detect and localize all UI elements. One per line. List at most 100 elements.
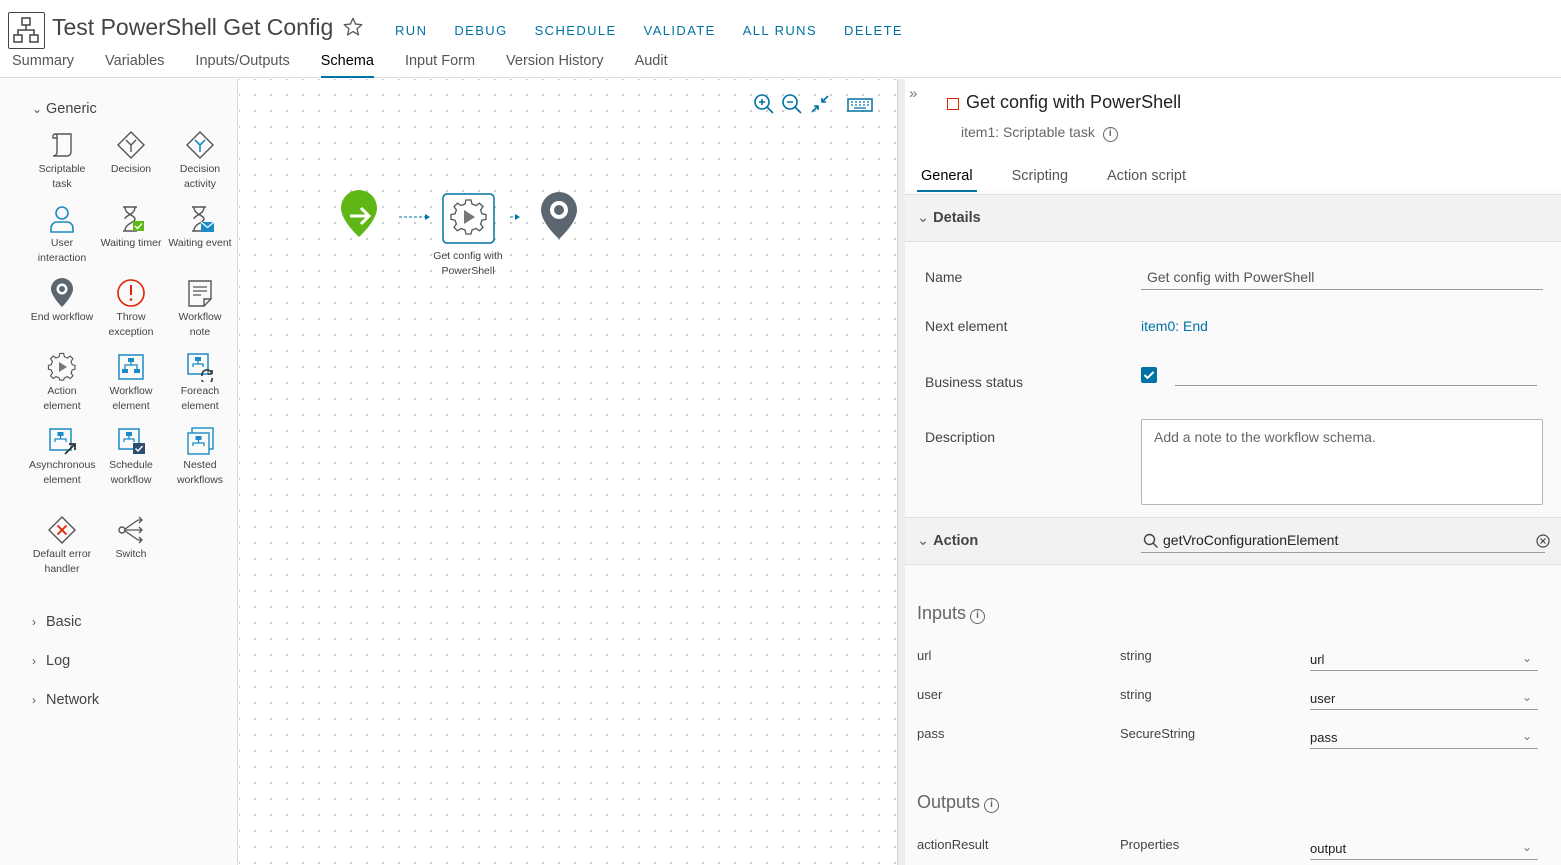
palette-item-end-workflow[interactable]: End workflow [29,278,95,325]
foreach-element-icon [187,353,213,382]
validate-button[interactable]: VALIDATE [644,23,716,38]
input-name: pass [917,726,945,741]
waiting-timer-icon [123,206,144,232]
input-binding-select[interactable]: pass ⌄ [1310,727,1538,749]
palette-group-generic[interactable]: ⌄ Generic [32,101,97,117]
details-section-header[interactable]: ⌄ Details [905,194,1561,242]
properties-tabs: General Scripting Action script [917,168,1221,192]
tab-general[interactable]: General [917,168,977,192]
tab-action-script[interactable]: Action script [1103,168,1190,192]
tab-inputs-outputs[interactable]: Inputs/Outputs [195,53,289,78]
schema-canvas[interactable]: Get config with PowerShell [239,79,897,865]
workflow-note-icon [188,280,212,307]
palette-item-decision[interactable]: Decision [98,130,164,177]
next-element-link[interactable]: item0: End [1141,318,1208,334]
action-section-header[interactable]: ⌄ Action getVroConfigurationElement [905,517,1561,565]
debug-button[interactable]: DEBUG [454,23,507,38]
input-binding-value: user [1310,691,1336,706]
start-node[interactable] [341,190,377,237]
business-status-label: Business status [925,374,1024,390]
palette-item-user-interaction[interactable]: User interaction [29,204,95,266]
palette-item-waiting-timer[interactable]: Waiting timer [98,204,164,251]
name-input-underline [1141,289,1543,290]
default-error-handler-icon [48,516,76,544]
end-node[interactable] [541,192,577,239]
palette-item-scriptable-task[interactable]: Scriptable task [29,130,95,192]
input-name: url [917,648,932,663]
chevron-down-icon: ⌄ [917,210,930,226]
palette-item-action-element[interactable]: Action element [29,352,95,414]
action-search-underline [1141,552,1545,553]
output-name: actionResult [917,837,989,852]
business-status-input[interactable] [1175,385,1537,386]
palette-item-schedule-workflow[interactable]: Schedule workflow [98,426,164,488]
schedule-button[interactable]: SCHEDULE [535,23,617,38]
palette-item-switch[interactable]: Switch [98,515,164,562]
palette-group-label: Network [46,692,100,708]
chevron-down-icon: ⌄ [1521,690,1532,704]
name-label: Name [925,269,963,285]
checkmark-icon [1143,371,1155,380]
workflow-diagram [341,190,577,244]
tab-schema[interactable]: Schema [320,53,374,78]
workflow-icon [8,12,45,49]
panel-resize-handle[interactable] [897,79,905,865]
element-palette: ⌄ Generic Scriptable task Decision Decisi… [0,79,238,865]
scriptable-task-node[interactable] [442,193,495,244]
output-binding-select[interactable]: output ⌄ [1310,838,1538,860]
all-runs-button[interactable]: ALL RUNS [743,23,817,38]
clear-icon[interactable] [1536,534,1550,548]
outputs-heading-text: Outputs [917,792,981,812]
palette-item-nested-workflows[interactable]: Nested workflows [167,426,233,488]
palette-item-workflow-element[interactable]: Workflow element [98,352,164,414]
element-title: Get config with PowerShell [966,92,1182,112]
tab-input-form[interactable]: Input Form [405,53,475,78]
input-binding-select[interactable]: user ⌄ [1310,688,1538,710]
info-icon[interactable]: i [1102,127,1118,142]
name-input[interactable]: Get config with PowerShell [1147,269,1314,285]
scriptable-task-icon [52,133,72,157]
palette-item-foreach-element[interactable]: Foreach element [167,352,233,414]
search-icon [1143,533,1158,548]
tab-audit[interactable]: Audit [635,53,668,78]
action-search-input[interactable]: getVroConfigurationElement [1163,532,1338,548]
next-element-label: Next element [925,318,1008,334]
palette-item-throw-exception[interactable]: Throw exception [98,278,164,340]
chevron-down-icon: ⌄ [1521,651,1532,665]
description-textarea[interactable]: Add a note to the workflow schema. [1141,419,1543,505]
workflow-header: Test PowerShell Get Config RUN DEBUG SCH… [0,0,1561,78]
info-icon[interactable]: i [970,609,986,624]
decision-activity-icon [186,131,214,159]
description-label: Description [925,429,996,445]
info-icon[interactable]: i [984,798,1000,813]
palette-item-decision-activity[interactable]: Decision activity [167,130,233,192]
delete-button[interactable]: DELETE [844,23,903,38]
tab-scripting[interactable]: Scripting [1008,168,1072,192]
output-binding-value: output [1310,841,1347,856]
chevron-right-icon: › [32,654,36,668]
input-type: string [1120,687,1152,702]
palette-item-default-error-handler[interactable]: Default error handler [29,515,95,577]
palette-group-network[interactable]: › Network [32,692,99,708]
favorite-star-icon[interactable] [342,16,364,38]
tab-version-history[interactable]: Version History [506,53,604,78]
collapse-panel-icon[interactable]: » [909,85,917,102]
palette-item-label: Foreach element [180,385,220,412]
palette-group-basic[interactable]: › Basic [32,614,81,630]
waiting-event-icon [192,206,215,232]
tab-variables[interactable]: Variables [105,53,164,78]
properties-panel: » Get config with PowerShell item1: Scri… [905,79,1561,865]
input-binding-value: pass [1310,730,1338,745]
task-node-label: Get config with PowerShell [433,250,503,277]
palette-item-workflow-note[interactable]: Workflow note [167,278,233,340]
business-status-checkbox[interactable] [1141,367,1157,383]
palette-item-label: Action element [43,385,81,412]
run-button[interactable]: RUN [395,23,427,38]
palette-item-asynchronous-element[interactable]: Asynchronous element [29,426,96,488]
chevron-down-icon: ⌄ [917,533,930,549]
palette-item-waiting-event[interactable]: Waiting event [167,204,233,251]
tab-summary[interactable]: Summary [12,53,74,78]
palette-group-log[interactable]: › Log [32,653,70,669]
chevron-down-icon: ⌄ [1521,729,1532,743]
input-binding-select[interactable]: url ⌄ [1310,649,1538,671]
